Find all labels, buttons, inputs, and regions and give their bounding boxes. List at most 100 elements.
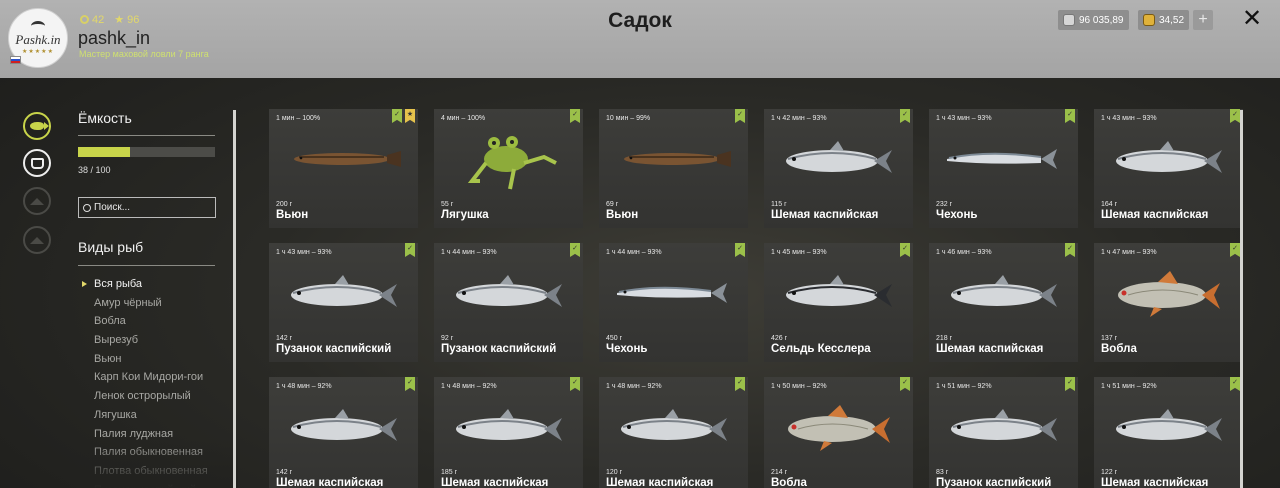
species-filter-item[interactable]: Палия обыкновенная xyxy=(78,443,218,462)
add-currency-button[interactable]: + xyxy=(1193,10,1213,30)
checkmark-badge-icon: ✓ xyxy=(570,377,580,391)
silver-coin-icon xyxy=(1063,14,1075,26)
chevron-up-icon xyxy=(30,197,44,205)
username: pashk_in xyxy=(78,28,151,48)
fish-name: Шемая каспийская xyxy=(771,209,879,221)
fish-card[interactable]: 1 ч 51 мин – 92% ✓ 83 г Пузанок каспийский xyxy=(929,377,1078,488)
fish-name: Шемая каспийская xyxy=(276,477,384,488)
species-filter-item[interactable]: Амур чёрный xyxy=(78,294,218,313)
fish-card[interactable]: 1 ч 43 мин – 93% ✓ 142 г Пузанок каспийский xyxy=(269,243,418,362)
fish-card[interactable]: 1 ч 44 мин – 93% ✓ 450 г Чехонь xyxy=(599,243,748,362)
fish-card[interactable]: 1 ч 50 мин – 92% ✓ 214 г Вобла xyxy=(764,377,913,488)
fish-card[interactable]: 1 ч 46 мин – 93% ✓ 218 г Шемая каспийская xyxy=(929,243,1078,362)
user-rank-title: Мастер маховой ловли 7 ранга xyxy=(79,49,209,59)
fish-weight: 115 г xyxy=(771,201,787,208)
rank-value: 96 xyxy=(127,13,140,26)
rank-stat: ★ 96 xyxy=(114,13,140,27)
species-filter-item[interactable]: Палия луджная xyxy=(78,425,218,444)
fish-image xyxy=(617,283,727,303)
selected-arrow-icon xyxy=(82,281,87,287)
species-filter-item[interactable]: Вобла xyxy=(78,312,218,331)
catch-time: 1 ч 51 мин – 92% xyxy=(936,383,992,390)
checkmark-badge-icon: ✓ xyxy=(735,243,745,257)
avatar-emblem-icon xyxy=(31,21,45,31)
search-input[interactable] xyxy=(94,202,204,213)
search-box[interactable] xyxy=(78,197,216,218)
fish-weight: 142 г xyxy=(276,335,293,342)
species-filter-item[interactable]: Вьюн xyxy=(78,350,218,369)
fish-weight: 218 г xyxy=(936,335,953,342)
fish-card[interactable]: 1 ч 44 мин – 93% ✓ 92 г Пузанок каспийский xyxy=(434,243,583,362)
fish-name: Чехонь xyxy=(936,209,978,221)
page-title: Садок xyxy=(608,9,672,32)
catch-time: 1 ч 51 мин – 92% xyxy=(1101,383,1157,390)
species-filter-item[interactable]: Пузанок каспийский xyxy=(78,481,218,488)
fish-image xyxy=(456,275,562,307)
player-stats: 42 ★ 96 xyxy=(80,13,139,26)
fish-image xyxy=(624,151,731,167)
species-filter-label: Вобла xyxy=(94,315,126,328)
fish-name: Чехонь xyxy=(606,343,648,355)
fish-card[interactable]: 10 мин – 99% ✓ 69 г Вьюн xyxy=(599,109,748,228)
fish-weight: 55 г xyxy=(441,201,454,208)
fish-image xyxy=(291,275,397,307)
fish-name: Шемая каспийская xyxy=(936,343,1044,355)
sidebar-scrollbar[interactable] xyxy=(233,110,236,488)
catch-time: 1 ч 48 мин – 92% xyxy=(276,383,332,390)
gold-amount: 34,52 xyxy=(1159,14,1185,26)
fish-image xyxy=(951,409,1057,441)
checkmark-badge-icon: ✓ xyxy=(1230,243,1240,257)
fish-name: Сельдь Кесслера xyxy=(771,343,871,355)
fish-name: Лягушка xyxy=(441,209,489,221)
fish-name: Пузанок каспийский xyxy=(936,477,1052,488)
bait-bucket-nav[interactable] xyxy=(23,149,51,177)
species-filter-label: Пузанок каспийский xyxy=(94,484,196,488)
species-filter-item[interactable]: Плотва обыкновенная xyxy=(78,462,218,481)
search-icon xyxy=(83,203,91,212)
home-nav[interactable] xyxy=(23,226,51,254)
fish-keepnet-nav[interactable] xyxy=(23,112,51,140)
species-filter-label: Вырезуб xyxy=(94,334,139,347)
checkmark-badge-icon: ✓ xyxy=(1230,109,1240,123)
catch-time: 1 ч 48 мин – 92% xyxy=(441,383,497,390)
catch-time: 1 ч 43 мин – 93% xyxy=(1101,115,1157,122)
fish-card[interactable]: 1 ч 47 мин – 93% ✓ 137 г Вобла xyxy=(1094,243,1243,362)
checkmark-badge-icon: ✓ xyxy=(1065,377,1075,391)
fish-card[interactable]: 1 ч 42 мин – 93% ✓ 115 г Шемая каспийская xyxy=(764,109,913,228)
fish-card[interactable]: 1 ч 48 мин – 92% ✓ 142 г Шемая каспийская xyxy=(269,377,418,488)
catch-time: 1 ч 44 мин – 93% xyxy=(606,249,662,256)
fish-weight: 120 г xyxy=(606,469,623,476)
fish-card[interactable]: 1 ч 48 мин – 92% ✓ 120 г Шемая каспийская xyxy=(599,377,748,488)
checkmark-badge-icon: ✓ xyxy=(405,377,415,391)
fish-card[interactable]: 1 ч 51 мин – 92% ✓ 122 г Шемая каспийская xyxy=(1094,377,1243,488)
capacity-bar xyxy=(78,147,215,157)
species-filter-item[interactable]: Ленок острорылый xyxy=(78,387,218,406)
species-filter-label: Вьюн xyxy=(94,352,122,365)
top-bar: Pashk.in ★★★★★ 42 ★ 96 pashk_in Мастер м… xyxy=(0,0,1280,78)
fish-image xyxy=(786,141,892,173)
upgrade-nav[interactable] xyxy=(23,187,51,215)
level-value: 42 xyxy=(92,13,105,26)
bucket-icon xyxy=(30,157,44,169)
avatar-logo: Pashk.in xyxy=(15,32,61,47)
species-filter-item[interactable]: Лягушка xyxy=(78,406,218,425)
fish-card[interactable]: 4 мин – 100% ✓ 55 г Лягушка xyxy=(434,109,583,228)
checkmark-badge-icon: ✓ xyxy=(1065,109,1075,123)
grid-scrollbar[interactable] xyxy=(1240,110,1243,488)
fish-image xyxy=(788,405,890,451)
capacity-heading: Ёмкость xyxy=(78,110,132,126)
species-filter-item[interactable]: Вырезуб xyxy=(78,331,218,350)
species-filter-item[interactable]: Вся рыба xyxy=(78,275,218,294)
close-button[interactable]: ✕ xyxy=(1240,6,1264,32)
catch-time: 10 мин – 99% xyxy=(606,115,651,122)
catch-time: 1 ч 45 мин – 93% xyxy=(771,249,827,256)
fish-image xyxy=(951,275,1057,307)
fish-card[interactable]: 1 мин – 100% ✓ ★ 200 г Вьюн xyxy=(269,109,418,228)
fish-card[interactable]: 1 ч 48 мин – 92% ✓ 185 г Шемая каспийская xyxy=(434,377,583,488)
level-stat: 42 xyxy=(80,13,104,26)
fish-card[interactable]: 1 ч 45 мин – 93% ✓ 426 г Сельдь Кесслера xyxy=(764,243,913,362)
fish-card[interactable]: 1 ч 43 мин – 93% ✓ 232 г Чехонь xyxy=(929,109,1078,228)
species-filter-item[interactable]: Карп Кои Мидори-гои xyxy=(78,368,218,387)
fish-card[interactable]: 1 ч 43 мин – 93% ✓ 164 г Шемая каспийская xyxy=(1094,109,1243,228)
checkmark-badge-icon: ✓ xyxy=(900,243,910,257)
